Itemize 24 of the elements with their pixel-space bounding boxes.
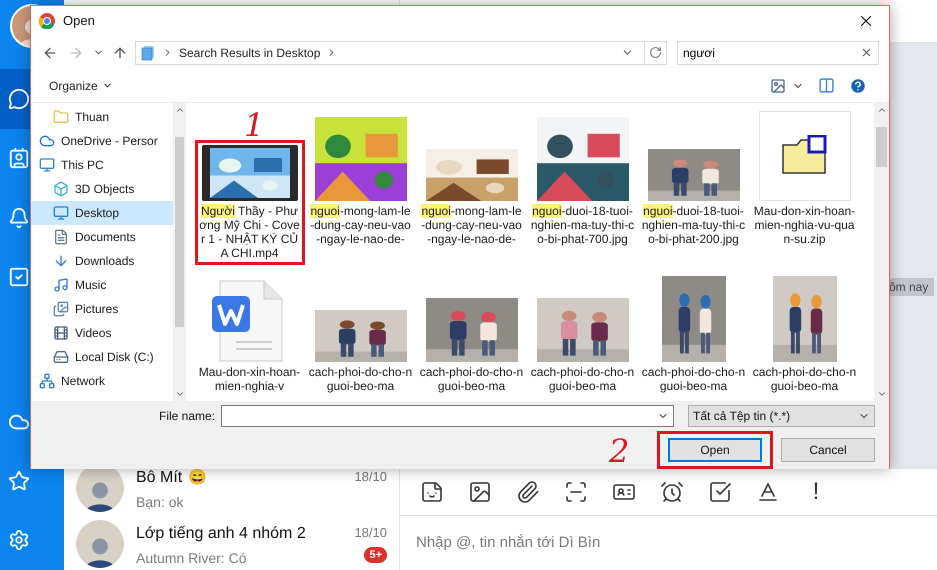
file-name: cach-phoi-do-cho-nguoi-beo-ma [642, 365, 746, 393]
file-name: cach-phoi-do-cho-nguoi-beo-ma [308, 365, 412, 393]
unread-badge: 5+ [364, 546, 387, 563]
file-name: nguoi-duoi-18-tuoi-nghien-ma-tuy-thi-co-bi-phat-700.jpg [530, 204, 634, 248]
message-preview: Autumn River: Có [136, 549, 248, 568]
file-name: Người Thầy - Phương Mỹ Chi - Cover 1 - NHẬT KÝ CỦA CHI.mp4 [198, 204, 301, 260]
conversation-name: Lớp tiếng anh 4 nhóm 2 [136, 524, 306, 544]
file-name: Mau-don-xin-hoan-mien-nghia-v [198, 365, 302, 393]
annotation-number: 2 [609, 431, 630, 472]
file-name-label: File name: [159, 408, 216, 425]
file-name: cach-phoi-do-cho-nguoi-beo-ma [420, 365, 524, 393]
time-label: 18/10 [354, 524, 387, 542]
file-name: nguoi-mong-lam-le-dung-cay-neu-vao-ngay-le-nao-de- [309, 204, 412, 248]
conversation-name: Bô Mít [136, 468, 182, 488]
file-name: cach-phoi-do-cho-nguoi-beo-ma [530, 365, 634, 393]
window-title: Open [63, 12, 95, 30]
file-name: nguoi-mong-lam-le-dung-cay-neu-vao-ngay-le-nao-de- [420, 204, 523, 248]
message-preview: Bạn: ok [136, 493, 184, 512]
emoji: 😄 [188, 468, 208, 488]
file-name: Mau-don-xin-hoan-mien-nghia-vu-quan-su.zip [752, 204, 856, 248]
file-name: nguoi-duoi-18-tuoi-nghien-ma-tuy-thi-co-bi-phat-200.jpg [642, 204, 746, 248]
file-name: cach-phoi-do-cho-nguoi-beo-ma [752, 365, 856, 393]
address-path: Search Results in Desktop [179, 44, 320, 62]
time-label: 18/10 [354, 468, 387, 486]
